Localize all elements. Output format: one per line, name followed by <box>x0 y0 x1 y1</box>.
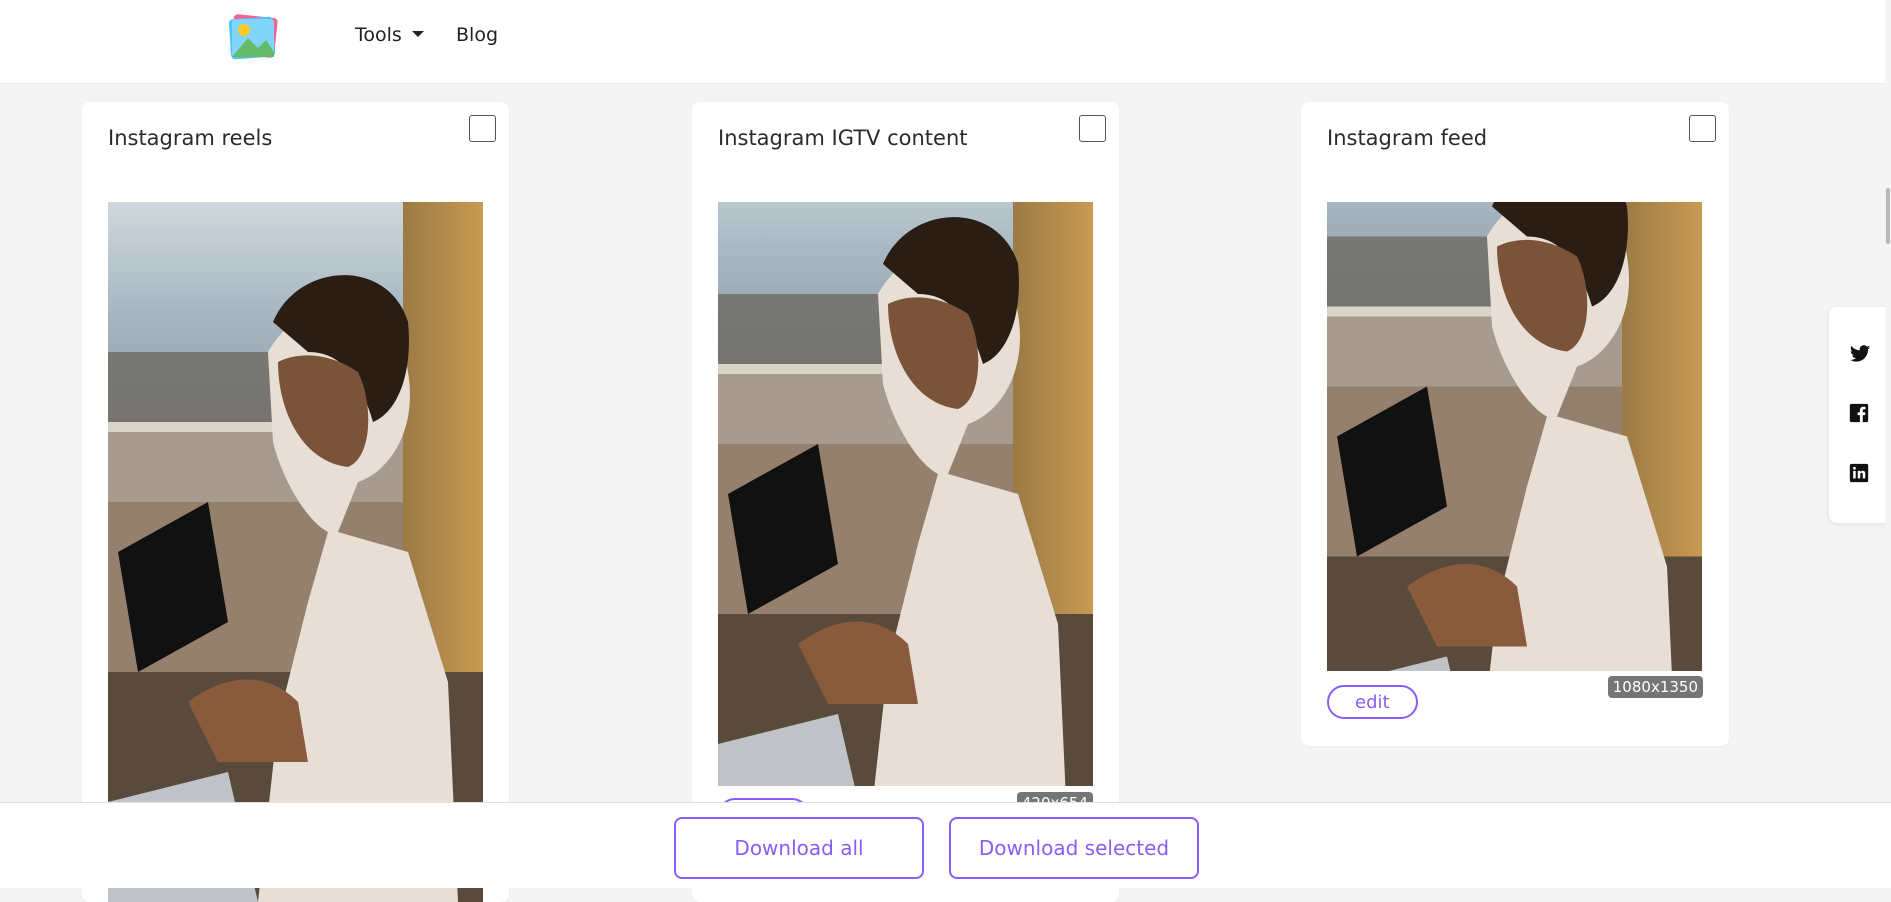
card-instagram-reels: Instagram reels <box>82 102 509 902</box>
social-share-bar <box>1829 307 1891 523</box>
card-title: Instagram reels <box>108 126 273 150</box>
download-footer: Download all Download selected <box>0 802 1891 888</box>
nav-tools-label: Tools <box>355 24 402 46</box>
twitter-icon[interactable] <box>1849 343 1871 365</box>
size-badge: 1080x1350 <box>1607 676 1703 698</box>
preview-image <box>1327 202 1702 671</box>
edit-button[interactable]: edit <box>1327 685 1418 719</box>
site-header: Tools Blog <box>0 0 1891 84</box>
download-selected-button[interactable]: Download selected <box>949 817 1199 879</box>
card-instagram-feed: Instagram feed edit 1080x1350 <box>1301 102 1729 746</box>
scrollbar[interactable] <box>1885 0 1891 888</box>
scrollbar-thumb[interactable] <box>1886 188 1890 244</box>
logo-icon[interactable] <box>226 14 280 62</box>
select-checkbox[interactable] <box>1079 115 1106 142</box>
facebook-icon[interactable] <box>1849 403 1871 425</box>
preview-image <box>718 202 1093 786</box>
linkedin-icon[interactable] <box>1849 463 1871 485</box>
nav-blog-link[interactable]: Blog <box>456 24 498 46</box>
caret-down-icon <box>411 30 424 37</box>
nav-tools-dropdown[interactable]: Tools <box>355 24 424 46</box>
card-title: Instagram IGTV content <box>718 126 968 150</box>
select-checkbox[interactable] <box>1689 115 1716 142</box>
card-instagram-igtv: Instagram IGTV content edit 420x654 <box>692 102 1119 902</box>
download-all-button[interactable]: Download all <box>674 817 924 879</box>
card-title: Instagram feed <box>1327 126 1488 150</box>
preview-image <box>108 202 483 902</box>
select-checkbox[interactable] <box>469 115 496 142</box>
